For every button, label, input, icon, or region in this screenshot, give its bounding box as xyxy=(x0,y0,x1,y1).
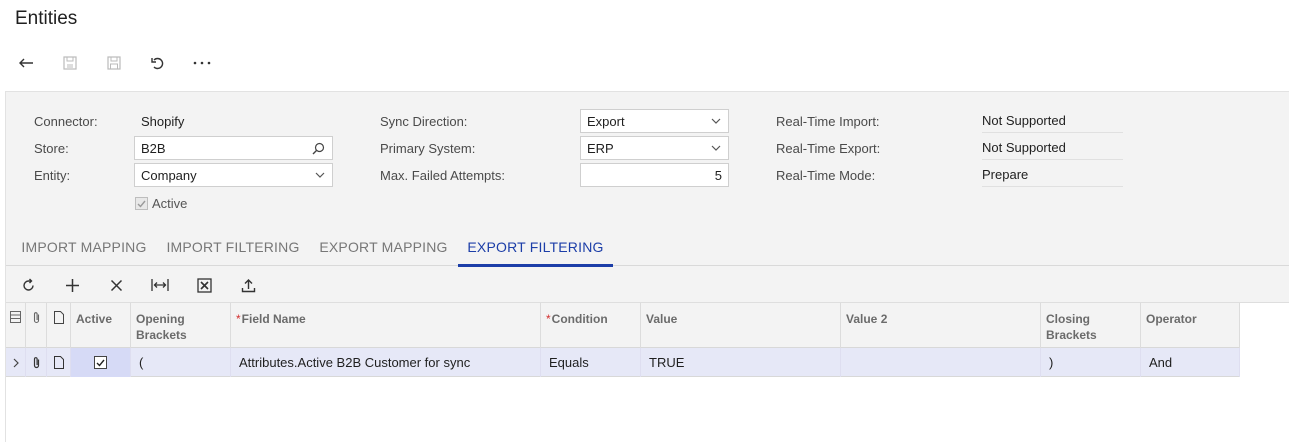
sync-direction-select[interactable]: Export xyxy=(580,109,729,133)
export-excel-button[interactable] xyxy=(190,273,218,297)
grid-header: Active Opening Brackets *Field Name *Con… xyxy=(6,303,1240,348)
column-condition[interactable]: *Condition xyxy=(541,303,641,348)
row-value[interactable]: TRUE xyxy=(641,348,841,377)
row-expander[interactable] xyxy=(6,348,26,377)
export-filtering-grid: Active Opening Brackets *Field Name *Con… xyxy=(6,267,1289,442)
column-operator[interactable]: Operator xyxy=(1141,303,1240,348)
active-checkbox-label: Active xyxy=(152,196,188,211)
export-excel-icon xyxy=(196,277,212,293)
realtime-export-label: Real-Time Export: xyxy=(776,141,881,156)
realtime-mode-label: Real-Time Mode: xyxy=(776,168,876,183)
attachments-header xyxy=(26,303,47,348)
primary-system-value: ERP xyxy=(587,140,614,156)
realtime-import-value: Not Supported xyxy=(982,109,1123,133)
sync-direction-value: Export xyxy=(587,113,625,129)
search-icon[interactable] xyxy=(312,142,325,155)
store-field[interactable]: B2B xyxy=(134,136,333,160)
checkmark-icon xyxy=(137,200,146,208)
column-value[interactable]: Value xyxy=(641,303,841,348)
delete-row-button[interactable] xyxy=(102,273,130,297)
more-icon xyxy=(193,61,211,65)
add-row-button[interactable] xyxy=(58,273,86,297)
checkmark-icon xyxy=(96,359,105,367)
row-attachments[interactable] xyxy=(26,348,47,377)
delete-row-icon xyxy=(110,279,122,291)
active-checkbox[interactable]: Active xyxy=(135,196,187,211)
paperclip-icon xyxy=(33,312,39,324)
chevron-right-icon xyxy=(13,358,19,367)
store-field-value: B2B xyxy=(141,140,166,156)
column-value-2[interactable]: Value 2 xyxy=(841,303,1041,348)
column-active[interactable]: Active xyxy=(71,303,131,348)
row-operator[interactable]: And xyxy=(1141,348,1240,377)
row-field-name[interactable]: Attributes.Active B2B Customer for sync xyxy=(231,348,541,377)
grid-toolbar xyxy=(6,267,1289,303)
column-condition-label: Condition xyxy=(551,312,608,326)
sync-direction-label: Sync Direction: xyxy=(380,114,468,129)
notes-header xyxy=(47,303,71,348)
tab-export-filtering[interactable]: EXPORT FILTERING xyxy=(458,228,613,267)
row-condition[interactable]: Equals xyxy=(541,348,641,377)
save-close-button[interactable] xyxy=(56,50,84,76)
paperclip-icon xyxy=(33,357,39,369)
row-opening-brackets[interactable]: ( xyxy=(131,348,231,377)
save-button[interactable] xyxy=(100,50,128,76)
entity-label: Entity: xyxy=(34,168,71,183)
save-icon xyxy=(107,56,121,70)
realtime-import-label: Real-Time Import: xyxy=(776,114,880,129)
primary-system-label: Primary System: xyxy=(380,141,476,156)
tab-import-mapping[interactable]: IMPORT MAPPING xyxy=(11,228,157,266)
column-opening-brackets[interactable]: Opening Brackets xyxy=(131,303,231,348)
chevron-down-icon xyxy=(711,145,721,151)
active-checkbox-box[interactable] xyxy=(135,197,148,210)
row-notes[interactable] xyxy=(47,348,71,377)
undo-button[interactable] xyxy=(144,50,172,76)
column-field-name[interactable]: *Field Name xyxy=(231,303,541,348)
refresh-icon xyxy=(22,278,34,291)
entity-select[interactable]: Company xyxy=(134,163,333,187)
primary-system-select[interactable]: ERP xyxy=(580,136,729,160)
realtime-export-value: Not Supported xyxy=(982,136,1123,160)
row-value-2[interactable] xyxy=(841,348,1041,377)
required-marker: * xyxy=(546,312,551,326)
fit-columns-icon xyxy=(151,279,169,291)
column-closing-brackets[interactable]: Closing Brackets xyxy=(1041,303,1141,348)
entity-form-panel: Connector: Shopify Store: B2B Entity: Co… xyxy=(5,91,1289,442)
row-closing-brackets[interactable]: ) xyxy=(1041,348,1141,377)
upload-button[interactable] xyxy=(234,273,262,297)
add-row-icon xyxy=(65,278,79,292)
row-active-checkbox[interactable] xyxy=(94,356,107,369)
max-failed-attempts-value: 5 xyxy=(714,167,722,183)
back-button[interactable] xyxy=(12,50,40,76)
connector-value: Shopify xyxy=(141,114,185,129)
tab-bar: IMPORT MAPPING IMPORT FILTERING EXPORT M… xyxy=(6,228,1289,267)
table-row[interactable]: ( Attributes.Active B2B Customer for syn… xyxy=(6,348,1240,377)
connector-label: Connector: xyxy=(34,114,98,129)
max-failed-attempts-field[interactable]: 5 xyxy=(580,163,729,187)
chevron-down-icon xyxy=(711,118,721,124)
row-selector-header[interactable] xyxy=(6,303,26,348)
store-label: Store: xyxy=(34,141,69,156)
chevron-down-icon xyxy=(315,172,325,178)
tab-export-mapping[interactable]: EXPORT MAPPING xyxy=(309,228,458,266)
entity-select-value: Company xyxy=(141,167,197,183)
undo-icon xyxy=(151,57,164,70)
save-close-icon xyxy=(63,56,77,70)
realtime-mode-value: Prepare xyxy=(982,163,1123,187)
max-failed-attempts-label: Max. Failed Attempts: xyxy=(380,168,505,183)
column-field-name-label: Field Name xyxy=(241,312,306,326)
more-button[interactable] xyxy=(188,50,216,76)
row-active-cell[interactable] xyxy=(71,348,131,377)
refresh-button[interactable] xyxy=(14,273,42,297)
column-settings-icon xyxy=(10,311,21,323)
note-icon xyxy=(53,311,64,324)
note-icon xyxy=(53,356,64,369)
back-icon xyxy=(19,58,33,68)
page-title: Entities xyxy=(15,8,78,29)
fit-columns-button[interactable] xyxy=(146,273,174,297)
required-marker: * xyxy=(236,312,241,326)
tab-import-filtering[interactable]: IMPORT FILTERING xyxy=(157,228,309,266)
upload-icon xyxy=(241,278,255,292)
